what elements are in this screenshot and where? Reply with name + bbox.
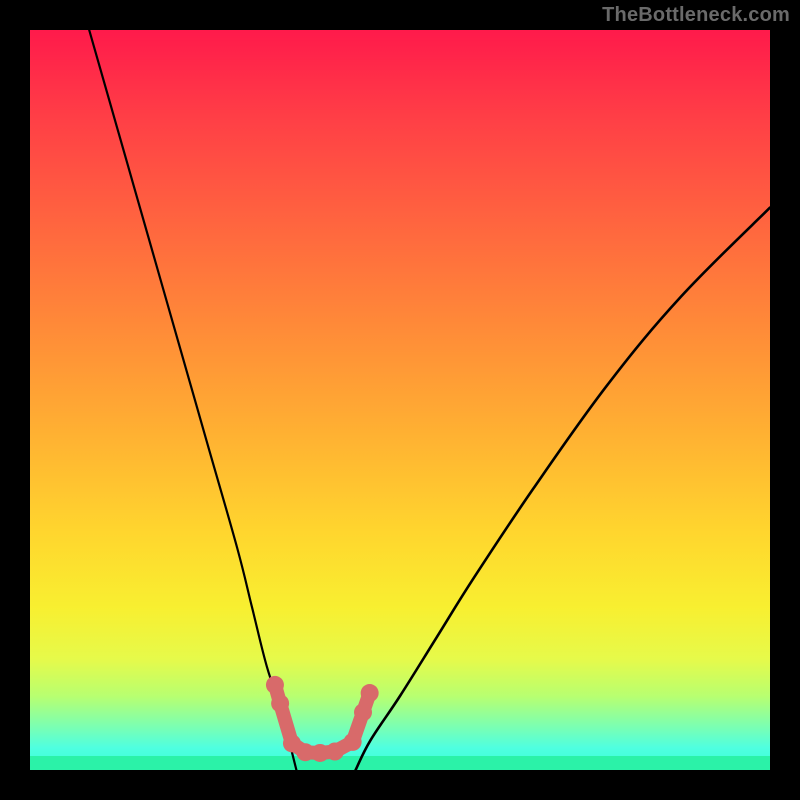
marker-point (361, 684, 379, 702)
right-curve (356, 208, 770, 770)
marker-point (326, 743, 344, 761)
marker-point (354, 703, 372, 721)
marker-point (344, 733, 362, 751)
marker-point (271, 694, 289, 712)
watermark-text: TheBottleneck.com (602, 4, 790, 27)
marker-point (266, 676, 284, 694)
chart-frame: TheBottleneck.com (0, 0, 800, 800)
left-curve (89, 30, 296, 770)
plot-area (30, 30, 770, 770)
curves-svg (30, 30, 770, 770)
